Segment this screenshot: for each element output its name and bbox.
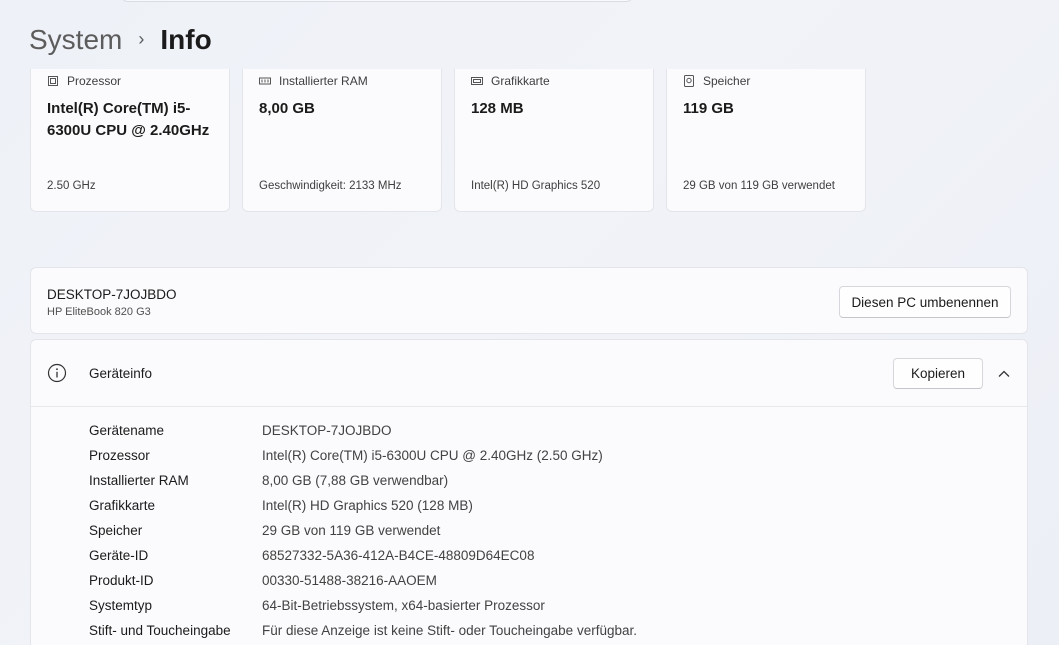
processor-icon — [48, 76, 58, 86]
spec-key: Speicher — [89, 523, 143, 538]
spec-value: Intel(R) HD Graphics 520 (128 MB) — [262, 498, 473, 513]
breadcrumb-separator: › — [138, 29, 145, 49]
card-graphics: Grafikkarte 128 MB Intel(R) HD Graphics … — [454, 69, 654, 212]
info-icon — [47, 363, 67, 383]
card-value: 119 GB — [683, 100, 734, 117]
card-storage: Speicher 119 GB 29 GB von 119 GB verwend… — [666, 69, 866, 212]
spec-row: Prozessor Intel(R) Core(TM) i5-6300U CPU… — [89, 443, 637, 468]
spec-value: 29 GB von 119 GB verwendet — [262, 523, 441, 538]
card-label: Installierter RAM — [279, 74, 368, 88]
spec-row: Speicher 29 GB von 119 GB verwendet — [89, 518, 637, 543]
card-ram: Installierter RAM 8,00 GB Geschwindigkei… — [242, 69, 442, 212]
spec-value: 00330-51488-38216-AAOEM — [262, 573, 437, 588]
device-info-header[interactable]: Geräteinfo Kopieren — [31, 340, 1027, 407]
spec-row: Installierter RAM 8,00 GB (7,88 GB verwe… — [89, 468, 637, 493]
spec-row: Systemtyp 64-Bit-Betriebssystem, x64-bas… — [89, 593, 637, 618]
breadcrumb: System › Info — [29, 20, 212, 60]
graphics-card-icon — [471, 77, 483, 85]
spec-key: Installierter RAM — [89, 473, 189, 488]
spec-key: Stift- und Toucheingabe — [89, 623, 231, 638]
spec-value: 68527332-5A36-412A-B4CE-48809D64EC08 — [262, 548, 535, 563]
spec-row: Geräte-ID 68527332-5A36-412A-B4CE-48809D… — [89, 543, 637, 568]
spec-key: Gerätename — [89, 423, 165, 438]
spec-key: Produkt-ID — [89, 573, 154, 588]
ram-icon — [259, 77, 271, 85]
spec-cards: Prozessor Intel(R) Core(TM) i5-6300U CPU… — [30, 69, 866, 212]
card-sub: Intel(R) HD Graphics 520 — [471, 180, 601, 192]
device-info-title: Geräteinfo — [89, 366, 153, 381]
spec-key: Prozessor — [89, 448, 150, 463]
page-title: Info — [160, 24, 212, 55]
storage-icon — [684, 75, 694, 87]
spec-key: Geräte-ID — [89, 548, 149, 563]
spec-value: DESKTOP-7JOJBDO — [262, 423, 392, 438]
chevron-up-icon[interactable] — [997, 367, 1011, 381]
spec-row: Grafikkarte Intel(R) HD Graphics 520 (12… — [89, 493, 637, 518]
copy-button[interactable]: Kopieren — [893, 358, 983, 389]
pc-name-panel: DESKTOP-7JOJBDO HP EliteBook 820 G3 Dies… — [30, 267, 1028, 334]
card-sub: 29 GB von 119 GB verwendet — [683, 180, 835, 192]
pc-model: HP EliteBook 820 G3 — [47, 306, 151, 318]
card-sub: 2.50 GHz — [47, 180, 96, 192]
card-label: Speicher — [703, 74, 751, 88]
card-sub: Geschwindigkeit: 2133 MHz — [259, 180, 402, 192]
rename-pc-button[interactable]: Diesen PC umbenennen — [839, 286, 1011, 318]
search-box[interactable] — [120, 0, 634, 2]
card-value: Intel(R) Core(TM) i5-6300U CPU @ 2.40GHz — [47, 100, 210, 139]
spec-row: Stift- und Toucheingabe Für diese Anzeig… — [89, 618, 637, 643]
device-info-panel: Geräteinfo Kopieren Gerätename DESKTOP-7… — [30, 339, 1028, 645]
spec-value: 64-Bit-Betriebssystem, x64-basierter Pro… — [262, 598, 545, 613]
card-value: 128 MB — [471, 100, 524, 117]
device-spec-list: Gerätename DESKTOP-7JOJBDO Prozessor Int… — [89, 418, 637, 643]
card-label: Prozessor — [67, 74, 122, 88]
card-processor: Prozessor Intel(R) Core(TM) i5-6300U CPU… — [30, 69, 230, 212]
spec-value: Für diese Anzeige ist keine Stift- oder … — [262, 623, 637, 638]
spec-value: 8,00 GB (7,88 GB verwendbar) — [262, 473, 449, 488]
pc-name: DESKTOP-7JOJBDO — [47, 287, 177, 302]
spec-row: Produkt-ID 00330-51488-38216-AAOEM — [89, 568, 637, 593]
card-label: Grafikkarte — [491, 74, 550, 88]
breadcrumb-system[interactable]: System — [29, 22, 122, 58]
card-value: 8,00 GB — [259, 100, 315, 117]
spec-value: Intel(R) Core(TM) i5-6300U CPU @ 2.40GHz… — [262, 448, 603, 463]
spec-row: Gerätename DESKTOP-7JOJBDO — [89, 418, 637, 443]
spec-key: Systemtyp — [89, 598, 153, 613]
spec-key: Grafikkarte — [89, 498, 156, 513]
